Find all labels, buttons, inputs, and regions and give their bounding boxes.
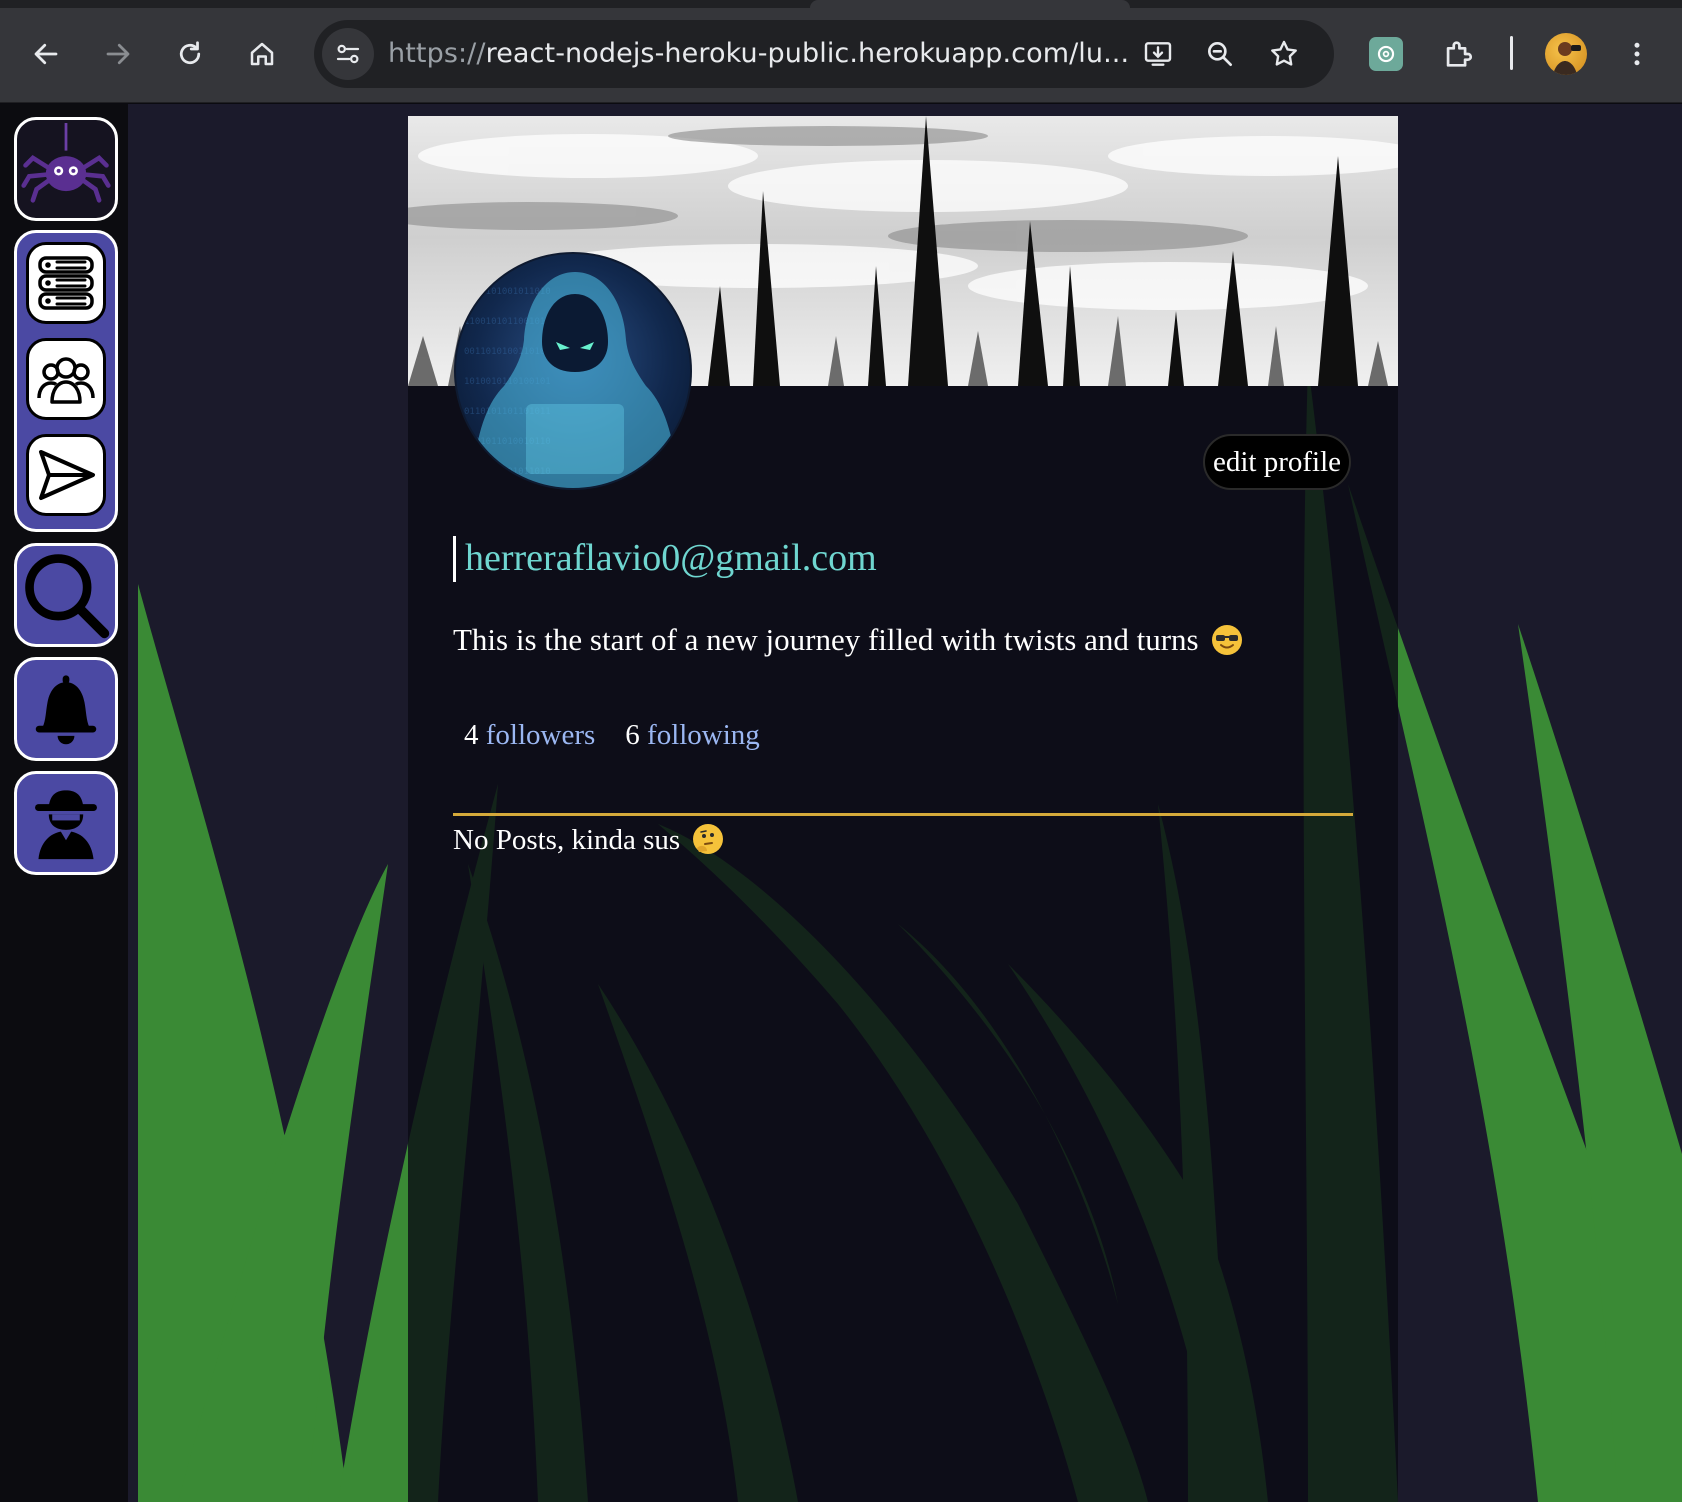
profile-stats: 4 followers 6 following [464,719,760,752]
sidebar-item-home-logo[interactable] [14,117,118,221]
forward-arrow-icon[interactable] [92,28,144,80]
address-bar[interactable]: https://react-nodejs-heroku-public.herok… [314,20,1334,88]
thinking-emoji-icon [693,824,724,854]
server-feed-icon [38,256,94,310]
page-viewport: 0101101001011010 1100101011001010 0011010… [0,104,1682,1502]
sunglasses-emoji-icon [1212,625,1243,655]
no-posts-text: No Posts, kinda sus [453,824,681,856]
sidebar-item-feed[interactable] [26,242,106,324]
no-posts-message: No Posts, kinda sus [453,824,724,857]
url-host: react-nodejs-heroku-public.herokuapp.com… [485,38,1130,69]
sidebar [0,104,128,1502]
site-info-icon[interactable] [322,28,374,80]
profile-bio-text: This is the start of a new journey fille… [453,622,1199,657]
following-count: 6 [625,719,640,751]
profile-card: 0101101001011010 1100101011001010 0011010… [408,116,1398,1502]
sidebar-item-friends[interactable] [26,338,106,420]
spider-logo-icon [17,120,115,218]
profile-bio: This is the start of a new journey fille… [453,622,1243,658]
search-icon [17,546,115,644]
sidebar-item-search[interactable] [14,543,118,647]
profile-avatar-icon[interactable] [1545,33,1587,75]
sidebar-group-main [14,230,118,532]
back-arrow-icon[interactable] [20,28,72,80]
chatgpt-extension-icon[interactable] [1364,32,1408,76]
zoom-icon[interactable] [1202,36,1238,72]
kebab-menu-icon[interactable] [1615,32,1659,76]
friends-group-icon [37,357,95,404]
tab-strip [0,0,1682,8]
send-message-icon [39,450,95,500]
edit-profile-button[interactable]: edit profile [1203,434,1351,490]
posts-divider [453,813,1353,816]
url-text[interactable]: https://react-nodejs-heroku-public.herok… [388,38,1148,69]
followers-link[interactable]: followers [486,719,596,751]
active-tab[interactable] [810,0,1130,8]
profile-username: herreraflavio0@gmail.com [465,537,877,579]
url-scheme: https:// [388,38,486,69]
profile-avatar[interactable]: 0101101001011010 1100101011001010 0011010… [454,252,692,490]
followers-count: 4 [464,719,479,751]
following-link[interactable]: following [647,719,760,751]
sidebar-item-notifications[interactable] [14,657,118,761]
bookmark-star-icon[interactable] [1266,36,1302,72]
username-block: herreraflavio0@gmail.com [453,536,877,582]
toolbar-divider [1510,36,1513,70]
notifications-bell-icon [17,660,115,758]
browser-toolbar: https://react-nodejs-heroku-public.herok… [0,0,1682,103]
spy-profile-icon [17,774,115,872]
extensions-puzzle-icon[interactable] [1436,32,1480,76]
install-app-icon[interactable] [1140,36,1176,72]
reload-icon[interactable] [164,28,216,80]
sidebar-item-profile[interactable] [14,771,118,875]
home-icon[interactable] [236,28,288,80]
sidebar-item-messages[interactable] [26,434,106,516]
